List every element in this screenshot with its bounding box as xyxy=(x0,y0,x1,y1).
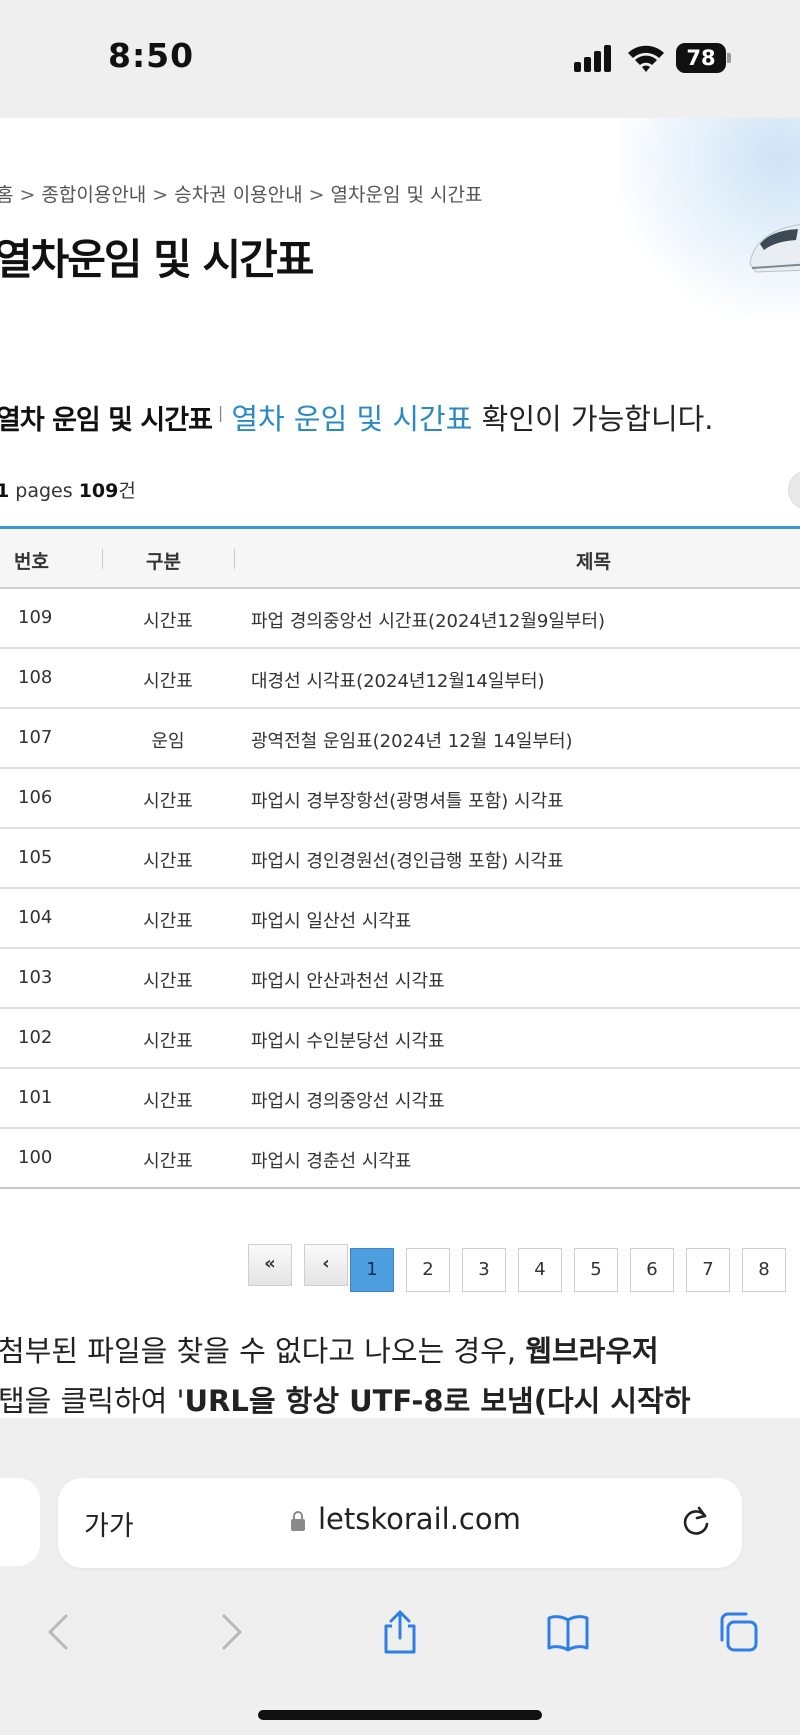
row-number: 100 xyxy=(18,1147,53,1168)
breadcrumb-item-home[interactable]: 홈 xyxy=(0,184,13,206)
row-number: 106 xyxy=(18,787,53,808)
row-category: 운임 xyxy=(151,731,185,752)
row-number: 104 xyxy=(18,907,53,928)
breadcrumb-item-current[interactable]: 열차운임 및 시간표 xyxy=(331,184,483,206)
row-category: 시간표 xyxy=(143,671,193,692)
row-category: 시간표 xyxy=(143,851,193,872)
row-number: 103 xyxy=(18,967,53,988)
intro-text: 열차 운임 및 시간표 | 열차 운임 및 시간표 확인이 가능합니다. xyxy=(0,396,714,438)
row-category: 시간표 xyxy=(143,971,193,992)
page-title: 열차운임 및 시간표 xyxy=(0,235,314,284)
battery-level: 78 xyxy=(676,43,726,73)
header-category: 구분 xyxy=(146,551,181,573)
row-title-link[interactable]: 파업시 경의중앙선 시각표 xyxy=(251,1087,445,1113)
row-category: 시간표 xyxy=(143,1091,193,1112)
table-row[interactable]: 108 시간표 대경선 시각표(2024년12월14일부터) xyxy=(0,649,800,709)
tabs-icon[interactable] xyxy=(716,1610,760,1654)
row-category: 시간표 xyxy=(143,611,193,632)
notice-text: 첨부된 파일을 찾을 수 없다고 나오는 경우, 웹브라우저 탭을 클릭하여 '… xyxy=(0,1334,691,1418)
status-time: 8:50 xyxy=(108,36,195,75)
bookmarks-icon[interactable] xyxy=(546,1610,590,1654)
reload-icon[interactable] xyxy=(678,1504,714,1540)
text-size-button[interactable]: 가가 xyxy=(84,1504,134,1543)
row-title-link[interactable]: 대경선 시각표(2024년12월14일부터) xyxy=(251,667,545,693)
previous-tab-card[interactable] xyxy=(0,1478,40,1566)
page-button-4[interactable]: 4 xyxy=(518,1248,562,1292)
header-title: 제목 xyxy=(576,551,611,573)
header-no: 번호 xyxy=(14,551,49,573)
address-bar[interactable]: 가가 letskorail.com xyxy=(58,1478,742,1568)
page-button-7[interactable]: 7 xyxy=(686,1248,730,1292)
row-title-link[interactable]: 파업시 경인경원선(경인급행 포함) 시각표 xyxy=(251,847,564,873)
breadcrumb-item-guide[interactable]: 종합이용안내 xyxy=(41,184,146,206)
lock-icon xyxy=(291,1511,305,1531)
home-indicator xyxy=(258,1710,542,1720)
row-title-link[interactable]: 파업 경의중앙선 시간표(2024년12월9일부터) xyxy=(251,607,605,633)
status-bar: 8:50 78 xyxy=(0,0,800,118)
wifi-icon xyxy=(628,45,664,72)
prev-page-button[interactable]: ‹ xyxy=(304,1244,348,1286)
table-row[interactable]: 109 시간표 파업 경의중앙선 시간표(2024년12월9일부터) xyxy=(0,589,800,649)
intro-label: 열차 운임 및 시간표 xyxy=(0,405,213,436)
table-row[interactable]: 106 시간표 파업시 경부장항선(광명셔틀 포함) 시각표 xyxy=(0,769,800,829)
page-button-3[interactable]: 3 xyxy=(462,1248,506,1292)
intro-rest: 확인이 가능합니다. xyxy=(472,402,714,436)
table-row[interactable]: 105 시간표 파업시 경인경원선(경인급행 포함) 시각표 xyxy=(0,829,800,889)
url-domain[interactable]: letskorail.com xyxy=(318,1502,521,1536)
intro-link[interactable]: 열차 운임 및 시간표 xyxy=(231,402,472,436)
row-title-link[interactable]: 파업시 일산선 시각표 xyxy=(251,907,411,933)
row-number: 101 xyxy=(18,1087,53,1108)
table-row[interactable]: 107 운임 광역전철 운임표(2024년 12월 14일부터) xyxy=(0,709,800,769)
row-title-link[interactable]: 파업시 경춘선 시각표 xyxy=(251,1147,411,1173)
page-button-5[interactable]: 5 xyxy=(574,1248,618,1292)
table-row[interactable]: 103 시간표 파업시 안산과천선 시각표 xyxy=(0,949,800,1009)
row-title-link[interactable]: 파업시 안산과천선 시각표 xyxy=(251,967,445,993)
browser-chrome: 가가 letskorail.com xyxy=(0,1418,800,1735)
train-image xyxy=(749,224,800,273)
back-icon[interactable] xyxy=(38,1610,82,1654)
page-button-2[interactable]: 2 xyxy=(406,1248,450,1292)
result-count: 1 pages 109건 xyxy=(0,480,136,502)
table-row[interactable]: 101 시간표 파업시 경의중앙선 시각표 xyxy=(0,1069,800,1129)
breadcrumb-item-ticket-guide[interactable]: 승차권 이용안내 xyxy=(174,184,302,206)
table-row[interactable]: 104 시간표 파업시 일산선 시각표 xyxy=(0,889,800,949)
row-title-link[interactable]: 광역전철 운임표(2024년 12월 14일부터) xyxy=(251,727,573,753)
breadcrumb: 홈 > 종합이용안내 > 승차권 이용안내 > 열차운임 및 시간표 xyxy=(0,180,482,207)
forward-icon[interactable] xyxy=(208,1610,252,1654)
row-category: 시간표 xyxy=(143,1151,193,1172)
battery-icon: 78 xyxy=(676,43,732,73)
web-page: 홈 > 종합이용안내 > 승차권 이용안내 > 열차운임 및 시간표 열차운임 및 시간표 … xyxy=(0,118,800,1418)
table-header: 번호 구분 제목 xyxy=(0,529,800,589)
share-icon[interactable] xyxy=(378,1610,422,1654)
page-button-6[interactable]: 6 xyxy=(630,1248,674,1292)
page-button-1[interactable]: 1 xyxy=(350,1248,394,1292)
row-number: 108 xyxy=(18,667,53,688)
row-title-link[interactable]: 파업시 수인분당선 시각표 xyxy=(251,1027,445,1053)
page-button-8[interactable]: 8 xyxy=(742,1248,786,1292)
cellular-signal-icon xyxy=(574,44,614,72)
scroll-handle[interactable] xyxy=(788,470,800,510)
row-title-link[interactable]: 파업시 경부장항선(광명셔틀 포함) 시각표 xyxy=(251,787,564,813)
row-number: 105 xyxy=(18,847,53,868)
total-count: 109 xyxy=(78,480,119,502)
table-row[interactable]: 100 시간표 파업시 경춘선 시각표 xyxy=(0,1129,800,1189)
timetable-list: 번호 구분 제목 109 시간표 파업 경의중앙선 시간표(2024년12월9일부터… xyxy=(0,526,800,1189)
row-category: 시간표 xyxy=(143,911,193,932)
row-category: 시간표 xyxy=(143,1031,193,1052)
row-category: 시간표 xyxy=(143,791,193,812)
table-row[interactable]: 102 시간표 파업시 수인분당선 시각표 xyxy=(0,1009,800,1069)
row-number: 102 xyxy=(18,1027,53,1048)
row-number: 107 xyxy=(18,727,53,748)
row-number: 109 xyxy=(18,607,53,628)
first-page-button[interactable]: « xyxy=(248,1244,292,1286)
